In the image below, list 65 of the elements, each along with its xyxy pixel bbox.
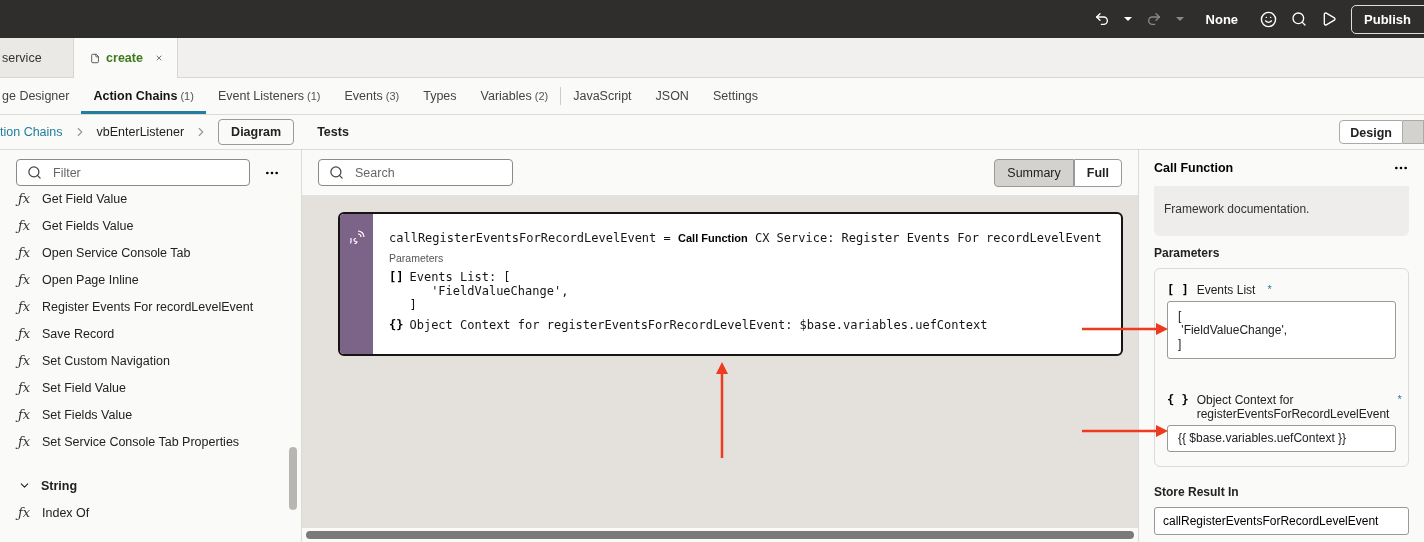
parameter-symbol: {} xyxy=(389,318,404,332)
nav-tab[interactable]: Event Listeners (1) xyxy=(205,78,333,114)
breadcrumb-link[interactable]: tion Chains xyxy=(0,125,63,139)
view-tab[interactable]: Diagram xyxy=(218,119,295,145)
function-list-item[interactable]: Set Service Console Tab Properties xyxy=(42,434,240,449)
nav-tab[interactable]: Action Chains (1) xyxy=(81,78,206,114)
file-tab[interactable]: service xyxy=(0,38,74,77)
nav-tab[interactable]: Events (3) xyxy=(332,78,412,114)
breadcrumb-item: vbEnterListener xyxy=(96,125,185,139)
parameters-label: Parameters xyxy=(389,252,445,264)
mode-label[interactable]: None xyxy=(1205,11,1239,27)
function-list-item[interactable]: Open Page Inline xyxy=(42,272,139,287)
publish-button[interactable]: Publish xyxy=(1351,4,1424,34)
function-list-item[interactable]: Set Custom Navigation xyxy=(42,353,170,368)
function-list-item[interactable]: Set Fields Value xyxy=(42,407,133,422)
filter-field[interactable]: Filter xyxy=(16,159,250,186)
panel-title: Call Function xyxy=(1154,161,1234,175)
view-toggle-button[interactable]: Summary xyxy=(994,158,1074,187)
file-tab-label: service xyxy=(2,50,42,65)
vertical-scrollbar[interactable] xyxy=(289,447,297,510)
file-tab-label: create xyxy=(106,51,143,65)
function-list-item[interactable]: Get Field Value xyxy=(42,191,128,206)
section-label: Parameters xyxy=(1154,246,1221,260)
field-label: Object Context for registerEventsForRecordLevelEvent xyxy=(1196,393,1390,421)
parameter-symbol: { } xyxy=(1167,393,1189,407)
field-label: Events List xyxy=(1196,283,1256,297)
function-list-item[interactable]: Register Events For recordLevelEvent xyxy=(42,299,254,314)
parameter-symbol: [] xyxy=(389,270,404,284)
smiley-icon[interactable] xyxy=(1260,10,1278,28)
nav-tab[interactable]: JavaScript xyxy=(561,78,644,114)
search-icon[interactable] xyxy=(1291,11,1308,27)
nav-tab[interactable]: JSON xyxy=(643,78,701,114)
nav-tab[interactable]: Types xyxy=(411,78,469,114)
view-toggle-button[interactable]: Full xyxy=(1073,158,1122,187)
nav-tab[interactable]: ge Designer xyxy=(0,78,82,114)
action-node[interactable] xyxy=(338,212,1123,356)
required-mark: * xyxy=(1397,393,1402,405)
events-list-field[interactable]: [ 'FieldValueChange', ] xyxy=(1167,301,1396,359)
play-icon[interactable] xyxy=(1321,11,1338,27)
javascript-icon xyxy=(348,230,365,244)
function-list-item[interactable]: Index Of xyxy=(42,505,90,520)
horizontal-scrollbar[interactable] xyxy=(306,531,1134,539)
description-text: Framework documentation. xyxy=(1154,186,1409,236)
mode-button[interactable]: Design xyxy=(1339,120,1403,144)
parameter-text: Events List: [ 'FieldValueChange', ] xyxy=(409,270,569,312)
required-mark: * xyxy=(1267,283,1272,295)
search-icon xyxy=(27,165,42,180)
function-list-item[interactable]: Open Service Console Tab xyxy=(42,245,191,260)
nav-tab[interactable]: Variables (2) xyxy=(468,78,561,114)
group-header[interactable]: String xyxy=(0,472,301,499)
undo-button[interactable] xyxy=(1093,11,1110,27)
object-context-field[interactable]: {{ $base.variables.uefContext }} xyxy=(1167,425,1396,452)
parameter-symbol: [ ] xyxy=(1167,283,1189,297)
section-label: Store Result In xyxy=(1154,485,1240,499)
view-tab[interactable]: Tests xyxy=(304,119,362,145)
nav-tab[interactable]: Settings xyxy=(700,78,771,114)
parameter-text: Object Context for registerEventsForRecordLevelEvent: $base.variables.uefContext xyxy=(409,318,988,332)
function-list-item[interactable]: Get Fields Value xyxy=(42,218,134,233)
search-icon xyxy=(329,165,344,180)
store-result-field[interactable]: callRegisterEventsForRecordLevelEvent xyxy=(1154,507,1409,535)
function-list-item[interactable]: Set Field Value xyxy=(42,380,126,395)
action-summary: callRegisterEventsForRecordLevelEvent = Call Function CX Service: Register Events For recordLevelEvent xyxy=(389,230,1102,246)
function-list-item[interactable]: Save Record xyxy=(42,326,115,341)
file-tab[interactable]: create xyxy=(74,38,178,78)
search-field[interactable]: Search xyxy=(318,159,513,186)
